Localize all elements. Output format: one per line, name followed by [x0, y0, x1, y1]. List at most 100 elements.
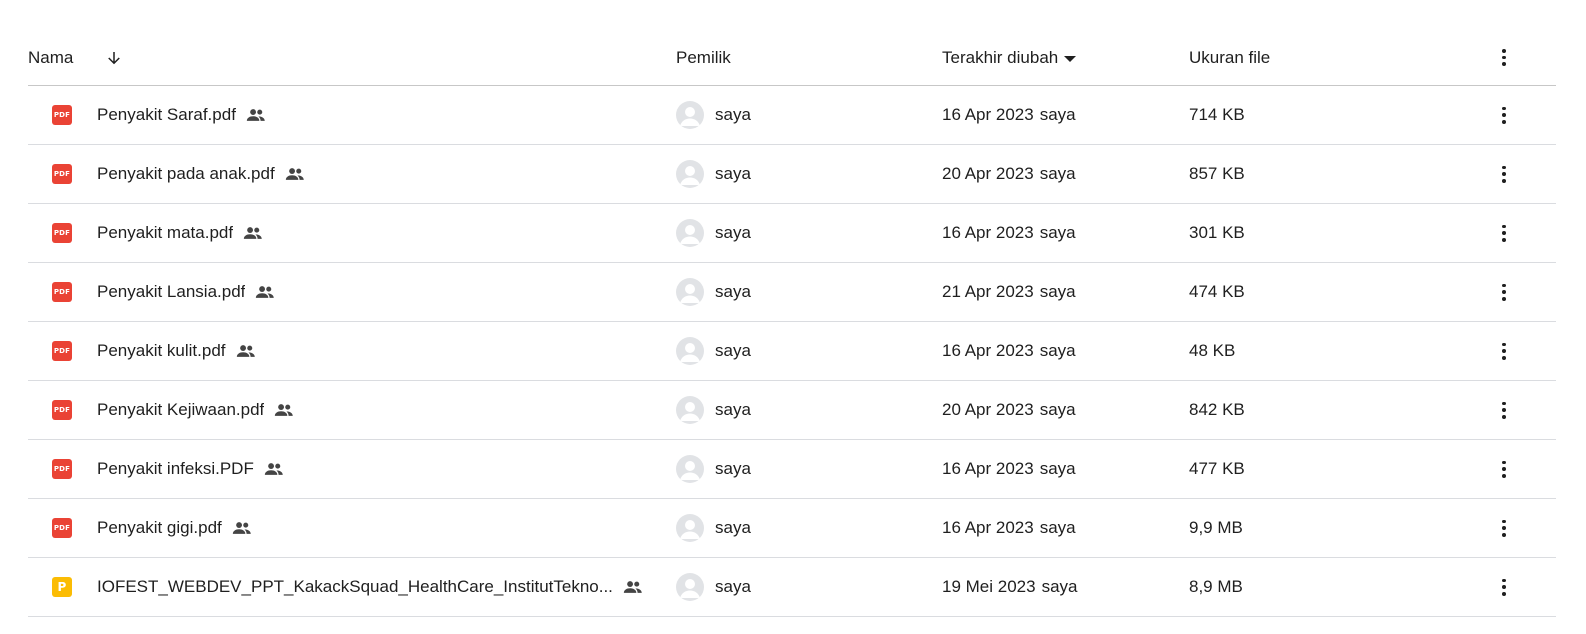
- modified-date: 16 Apr 2023: [942, 341, 1034, 360]
- avatar: [676, 455, 704, 483]
- file-name-cell[interactable]: PDF Penyakit mata.pdf: [28, 204, 668, 262]
- modified-date: 19 Mei 2023: [942, 577, 1036, 596]
- modified-by: saya: [1039, 105, 1076, 124]
- file-name[interactable]: Penyakit pada anak.pdf: [97, 145, 307, 203]
- modified-by: saya: [1039, 223, 1076, 242]
- file-name-cell[interactable]: PDF Penyakit infeksi.PDF: [28, 440, 668, 498]
- avatar: [676, 278, 704, 306]
- modified-date: 16 Apr 2023: [942, 105, 1034, 124]
- modified-cell: 20 Apr 2023 saya: [942, 145, 1182, 203]
- caret-down-icon[interactable]: [1064, 55, 1077, 62]
- header-more-options-button[interactable]: [1490, 30, 1518, 85]
- file-name[interactable]: Penyakit Lansia.pdf: [97, 263, 277, 321]
- owner-label: saya: [715, 105, 751, 124]
- file-name-label: Penyakit gigi.pdf: [97, 518, 222, 537]
- column-header-owner[interactable]: Pemilik: [676, 30, 926, 85]
- owner-cell: saya: [676, 145, 926, 203]
- file-name[interactable]: Penyakit Kejiwaan.pdf: [97, 381, 296, 439]
- table-row[interactable]: PDF Penyakit Kejiwaan.pdf saya 20 Apr 20…: [28, 381, 1556, 440]
- more-options-button[interactable]: [1490, 558, 1518, 616]
- more-options-button[interactable]: [1490, 499, 1518, 557]
- table-row[interactable]: PDF Penyakit pada anak.pdf saya 20 Apr 2…: [28, 145, 1556, 204]
- more-vert-icon: [1502, 400, 1506, 420]
- avatar: [676, 396, 704, 424]
- more-options-button[interactable]: [1490, 145, 1518, 203]
- modified-by: saya: [1039, 341, 1076, 360]
- avatar: [676, 337, 704, 365]
- pdf-icon: PDF: [52, 459, 72, 479]
- file-size: 8,9 MB: [1189, 577, 1243, 596]
- column-header-modified[interactable]: Terakhir diubah: [942, 30, 1182, 85]
- more-options-button[interactable]: [1490, 322, 1518, 380]
- size-cell: 857 KB: [1189, 145, 1439, 203]
- file-name-cell[interactable]: PDF Penyakit gigi.pdf: [28, 499, 668, 557]
- shared-people-icon: [243, 225, 265, 241]
- file-name-cell[interactable]: P IOFEST_WEBDEV_PPT_KakackSquad_HealthCa…: [28, 558, 668, 616]
- file-name-cell[interactable]: PDF Penyakit Lansia.pdf: [28, 263, 668, 321]
- avatar: [676, 101, 704, 129]
- file-name-label: Penyakit mata.pdf: [97, 223, 234, 242]
- table-row[interactable]: PDF Penyakit gigi.pdf saya 16 Apr 2023 s…: [28, 499, 1556, 558]
- pdf-icon: PDF: [52, 164, 72, 184]
- more-options-button[interactable]: [1490, 86, 1518, 144]
- pdf-icon: PDF: [52, 341, 72, 361]
- owner-cell: saya: [676, 381, 926, 439]
- modified-by: saya: [1039, 459, 1076, 478]
- file-name-label: Penyakit Saraf.pdf: [97, 105, 236, 124]
- owner-label: saya: [715, 400, 751, 419]
- file-size: 301 KB: [1189, 223, 1245, 242]
- more-options-button[interactable]: [1490, 381, 1518, 439]
- more-vert-icon: [1502, 164, 1506, 184]
- file-name[interactable]: Penyakit mata.pdf: [97, 204, 265, 262]
- column-header-size[interactable]: Ukuran file: [1189, 30, 1439, 85]
- owner-label: saya: [715, 577, 751, 596]
- modified-cell: 20 Apr 2023 saya: [942, 381, 1182, 439]
- table-row[interactable]: PDF Penyakit infeksi.PDF saya 16 Apr 202…: [28, 440, 1556, 499]
- owner-cell: saya: [676, 322, 926, 380]
- file-size: 842 KB: [1189, 400, 1245, 419]
- file-name[interactable]: Penyakit Saraf.pdf: [97, 86, 268, 144]
- modified-by: saya: [1039, 164, 1076, 183]
- owner-label: saya: [715, 341, 751, 360]
- file-name-cell[interactable]: PDF Penyakit kulit.pdf: [28, 322, 668, 380]
- file-name-label: Penyakit infeksi.PDF: [97, 459, 254, 478]
- column-header-name[interactable]: Nama: [28, 30, 668, 85]
- more-options-button[interactable]: [1490, 204, 1518, 262]
- table-row[interactable]: PDF Penyakit kulit.pdf saya 16 Apr 2023 …: [28, 322, 1556, 381]
- file-size: 714 KB: [1189, 105, 1245, 124]
- more-options-button[interactable]: [1490, 263, 1518, 321]
- file-name[interactable]: IOFEST_WEBDEV_PPT_KakackSquad_HealthCare…: [97, 558, 645, 616]
- modified-date: 20 Apr 2023: [942, 164, 1034, 183]
- file-name-cell[interactable]: PDF Penyakit pada anak.pdf: [28, 145, 668, 203]
- table-row[interactable]: PDF Penyakit mata.pdf saya 16 Apr 2023 s…: [28, 204, 1556, 263]
- file-name-label: IOFEST_WEBDEV_PPT_KakackSquad_HealthCare…: [97, 577, 613, 596]
- size-cell: 474 KB: [1189, 263, 1439, 321]
- owner-label: saya: [715, 518, 751, 537]
- modified-date: 16 Apr 2023: [942, 459, 1034, 478]
- size-cell: 48 KB: [1189, 322, 1439, 380]
- modified-cell: 19 Mei 2023 saya: [942, 558, 1182, 616]
- file-name-cell[interactable]: PDF Penyakit Saraf.pdf: [28, 86, 668, 144]
- modified-by: saya: [1041, 577, 1078, 596]
- avatar: [676, 219, 704, 247]
- table-row[interactable]: P IOFEST_WEBDEV_PPT_KakackSquad_HealthCa…: [28, 558, 1556, 617]
- slides-icon: P: [52, 577, 72, 597]
- column-header-owner-label: Pemilik: [676, 47, 731, 67]
- table-row[interactable]: PDF Penyakit Saraf.pdf saya 16 Apr 2023 …: [28, 86, 1556, 145]
- file-name[interactable]: Penyakit infeksi.PDF: [97, 440, 286, 498]
- owner-cell: saya: [676, 499, 926, 557]
- shared-people-icon: [264, 461, 286, 477]
- modified-cell: 21 Apr 2023 saya: [942, 263, 1182, 321]
- shared-people-icon: [274, 402, 296, 418]
- sort-arrow-down-icon[interactable]: [103, 47, 125, 69]
- file-name-cell[interactable]: PDF Penyakit Kejiwaan.pdf: [28, 381, 668, 439]
- avatar: [676, 160, 704, 188]
- pdf-icon: PDF: [52, 400, 72, 420]
- modified-date: 16 Apr 2023: [942, 223, 1034, 242]
- file-name[interactable]: Penyakit gigi.pdf: [97, 499, 254, 557]
- table-row[interactable]: PDF Penyakit Lansia.pdf saya 21 Apr 2023…: [28, 263, 1556, 322]
- more-options-button[interactable]: [1490, 440, 1518, 498]
- file-name-label: Penyakit Lansia.pdf: [97, 282, 246, 301]
- file-name[interactable]: Penyakit kulit.pdf: [97, 322, 258, 380]
- file-size: 857 KB: [1189, 164, 1245, 183]
